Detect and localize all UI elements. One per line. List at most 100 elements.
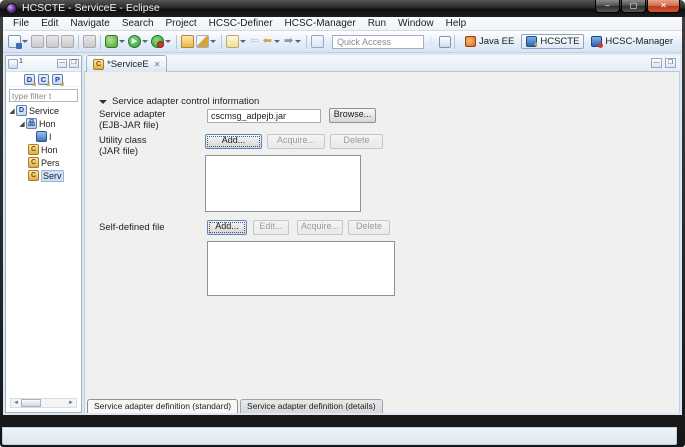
tab-close-icon[interactable]: ✕ [154, 60, 161, 69]
menu-help[interactable]: Help [440, 17, 473, 30]
toolbar-separator [78, 35, 79, 49]
run-icon[interactable]: ▶ [128, 35, 141, 48]
coverage-dropdown-icon[interactable] [165, 40, 171, 43]
scroll-thumb[interactable] [21, 399, 41, 407]
print-icon[interactable] [61, 35, 74, 48]
forward-icon[interactable]: ➡ [282, 35, 295, 48]
mark-occurrences-icon[interactable] [196, 35, 209, 48]
tree-item-serv[interactable]: C Serv [6, 169, 81, 182]
maximize-button[interactable]: ▢ [621, 0, 646, 13]
close-button[interactable]: ✕ [647, 0, 680, 13]
mark-occurrences-dropdown-icon[interactable] [210, 40, 216, 43]
tree-item-service[interactable]: ◢ D Service [6, 104, 81, 117]
component-icon: C [93, 59, 104, 70]
new-wizard-icon[interactable] [8, 35, 21, 48]
definer-view-button[interactable]: D [24, 74, 35, 85]
save-icon[interactable] [31, 35, 44, 48]
menu-window[interactable]: Window [392, 17, 440, 30]
quick-access-input[interactable] [332, 35, 424, 49]
open-folder-icon[interactable] [181, 35, 194, 48]
process-view-button[interactable]: P [52, 74, 63, 85]
link-with-editor-icon[interactable] [311, 35, 324, 48]
perspective-hcsc-manager[interactable]: HCSC-Manager [586, 34, 678, 49]
toolbar-separator [176, 35, 177, 49]
view-minimize-icon[interactable]: — [57, 59, 67, 68]
scroll-right-icon[interactable]: ► [66, 400, 76, 406]
menu-navigate[interactable]: Navigate [64, 17, 115, 30]
tree-item-label: Serv [41, 170, 64, 182]
menu-hcsc-definer[interactable]: HCSC-Definer [203, 17, 279, 30]
editor-tab-servicee[interactable]: C *ServiceE ✕ [86, 55, 167, 72]
utility-delete-button[interactable]: Delete [330, 134, 383, 149]
project-icon: D [16, 105, 27, 116]
refresh-icon[interactable] [83, 35, 96, 48]
tree-item-label: Pers [41, 158, 60, 168]
debug-dropdown-icon[interactable] [119, 40, 125, 43]
perspective-java-ee[interactable]: Java EE [460, 34, 519, 49]
tree-item-child[interactable]: I [6, 130, 81, 143]
editor-page-tabs: Service adapter definition (standard) Se… [84, 398, 680, 413]
view-maximize-icon[interactable]: ❒ [69, 59, 79, 68]
tree-item-hon-parent[interactable]: ◢ 品 Hon [6, 117, 81, 130]
self-defined-acquire-button[interactable]: Acquire... [297, 220, 343, 235]
next-annotation-icon[interactable] [226, 35, 239, 48]
utility-class-list[interactable] [205, 155, 361, 212]
minimize-button[interactable]: – [595, 0, 620, 13]
menu-edit[interactable]: Edit [35, 17, 64, 30]
scroll-left-icon[interactable]: ◄ [11, 400, 21, 406]
menu-hcsc-manager[interactable]: HCSC-Manager [279, 17, 362, 30]
self-defined-edit-button[interactable]: Edit... [253, 220, 289, 235]
expand-caret-icon[interactable]: ◢ [18, 120, 26, 128]
next-annotation-dropdown-icon[interactable] [240, 40, 246, 43]
hcscte-perspective-icon [526, 36, 537, 47]
self-defined-delete-button[interactable]: Delete [348, 220, 390, 235]
menu-project[interactable]: Project [160, 17, 203, 30]
perspective-hcscte[interactable]: HCSCTE [521, 34, 584, 49]
structure-icon: 品 [26, 118, 37, 129]
explorer-view-tab-icon[interactable] [8, 59, 18, 69]
type-filter-input[interactable] [9, 89, 78, 102]
titlebar: HCSCTE - ServiceE - Eclipse – ▢ ✕ [0, 0, 685, 17]
component-view-button[interactable]: C [38, 74, 49, 85]
open-perspective-icon[interactable] [439, 36, 451, 48]
debug-icon[interactable] [105, 35, 118, 48]
save-all-icon[interactable] [46, 35, 59, 48]
editor-minimize-icon[interactable]: — [651, 58, 662, 68]
toolbar-separator [306, 35, 307, 49]
service-adapter-input[interactable] [207, 109, 321, 123]
tab-definition-details[interactable]: Service adapter definition (details) [240, 399, 383, 413]
perspective-label: HCSCTE [540, 36, 579, 47]
section-collapse-icon [99, 100, 107, 104]
run-dropdown-icon[interactable] [142, 40, 148, 43]
eclipse-logo-icon [6, 3, 17, 14]
tab-definition-standard[interactable]: Service adapter definition (standard) [87, 399, 238, 413]
utility-add-button[interactable]: Add... [205, 134, 262, 149]
hcsc-manager-perspective-icon [591, 36, 602, 47]
menu-run[interactable]: Run [362, 17, 392, 30]
tree-item-label: Hon [41, 145, 58, 155]
explorer-hscrollbar[interactable]: ◄ ► [10, 398, 77, 408]
browse-button[interactable]: Browse... [329, 108, 376, 123]
utility-acquire-button[interactable]: Acquire... [267, 134, 325, 149]
expand-caret-icon[interactable]: ◢ [8, 107, 16, 115]
forward-dropdown-icon[interactable] [295, 40, 301, 43]
tree-item-hon[interactable]: C Hon [6, 143, 81, 156]
coverage-icon[interactable] [151, 35, 164, 48]
back-dropdown-icon[interactable] [274, 40, 280, 43]
explorer-tree: ◢ D Service ◢ 品 Hon I C Hon [6, 104, 81, 182]
editor-maximize-icon[interactable]: ❒ [665, 58, 676, 68]
tree-item-pers[interactable]: C Pers [6, 156, 81, 169]
section-header[interactable]: Service adapter control information [99, 96, 259, 107]
status-bar [2, 427, 677, 445]
component-icon: C [28, 144, 39, 155]
last-edit-location-icon[interactable]: ⇦ [248, 35, 261, 48]
menu-search[interactable]: Search [116, 17, 160, 30]
new-wizard-dropdown-icon[interactable] [22, 40, 28, 43]
tree-item-label: Hon [39, 119, 56, 129]
tree-item-label: Service [29, 106, 59, 116]
self-defined-file-list[interactable] [207, 241, 395, 296]
item-icon [36, 131, 47, 142]
back-icon[interactable]: ⬅ [261, 35, 274, 48]
self-defined-add-button[interactable]: Add... [207, 220, 247, 235]
menu-file[interactable]: File [7, 17, 35, 30]
